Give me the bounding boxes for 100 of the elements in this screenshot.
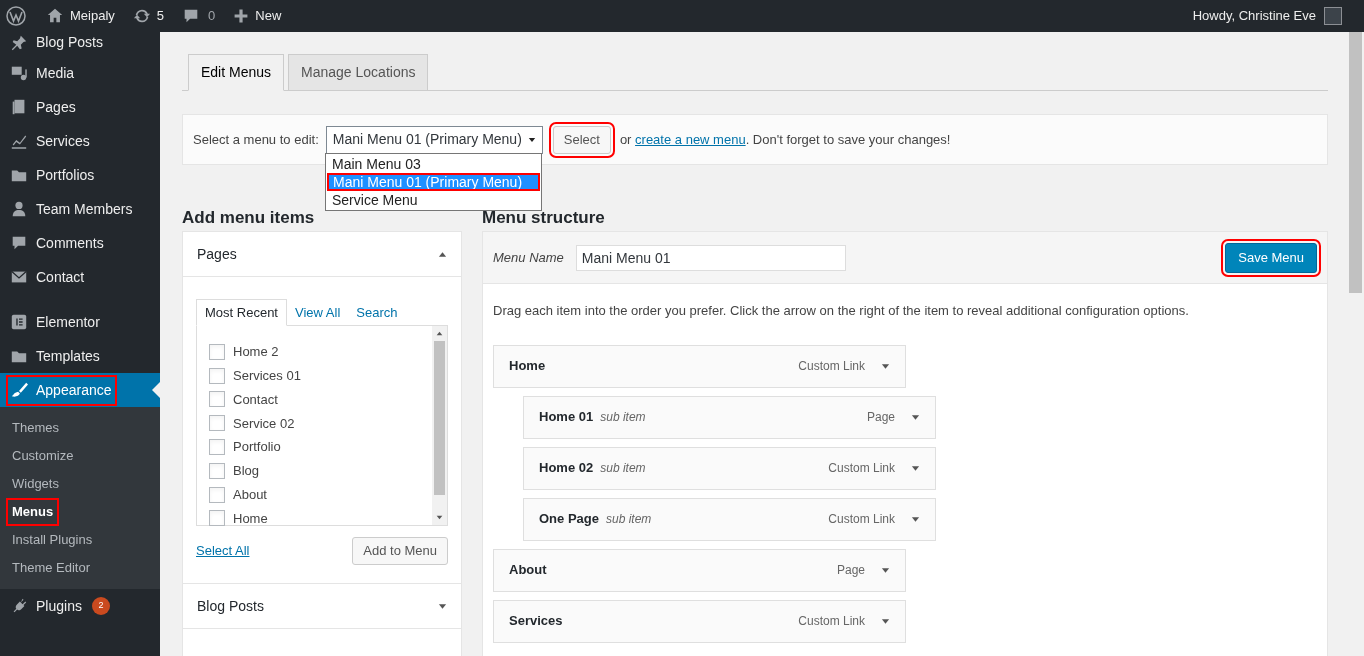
expand-arrow-icon	[881, 565, 890, 575]
sidebar-item[interactable]: Contact	[0, 260, 160, 294]
greeting-link[interactable]: Howdy, Christine Eve	[1192, 6, 1316, 26]
menu-item-title: Services	[509, 612, 563, 631]
tab[interactable]: Manage Locations	[288, 54, 429, 91]
checkbox[interactable]	[209, 462, 225, 479]
brush-icon	[10, 381, 28, 399]
home-icon	[46, 7, 64, 25]
menu-item-title: One Page	[539, 510, 599, 529]
wordpress-logo-icon	[6, 6, 26, 26]
letter-e-icon	[10, 313, 28, 331]
item-type-label: Custom Link	[798, 358, 865, 375]
select-all-link[interactable]: Select All	[196, 541, 250, 561]
instructions-text: Drag each item into the order you prefer. Click the arrow on the right of the item to reveal additional configuration options.	[493, 302, 1190, 320]
menu-item[interactable]: Home 01 sub item Page	[523, 395, 936, 439]
submenu-item[interactable]: Theme Editor	[6, 554, 97, 582]
item-type-label: Custom Link	[828, 511, 895, 528]
new-link[interactable]: New	[255, 6, 282, 26]
avatar[interactable]	[1324, 7, 1342, 25]
count-badge: 2	[91, 597, 110, 615]
dropdown-option[interactable]: Main Menu 03	[326, 155, 541, 173]
menu-name-field[interactable]: Mani Menu 01	[575, 244, 846, 271]
dropdown-caret-icon	[527, 135, 536, 144]
expand-arrow-icon	[881, 616, 890, 626]
checkbox-label: About	[233, 485, 267, 504]
sidebar-item[interactable]: Services	[0, 124, 160, 158]
sidebar-item[interactable]: Comments	[0, 226, 160, 260]
scroll-down-arrow-icon	[436, 514, 443, 521]
select-note: or create a new menu. Don't forget to save your changes!	[619, 130, 951, 149]
submenu-item[interactable]: Customize	[6, 442, 80, 470]
menu-item[interactable]: Home Custom Link	[493, 344, 906, 388]
menu-dropdown[interactable]: Mani Menu 01 (Primary Menu)	[325, 125, 543, 154]
menu-item[interactable]: Home 02 sub item Custom Link	[523, 446, 936, 490]
tab[interactable]: Edit Menus	[188, 54, 285, 91]
checkbox-label: Portfolio	[233, 438, 281, 457]
sidebar-item[interactable]: Elementor	[0, 305, 160, 339]
menu-item-title: About	[509, 561, 547, 580]
submenu-item[interactable]: Menus	[6, 498, 60, 526]
checkbox[interactable]	[209, 510, 225, 527]
sub-item-label: sub item	[600, 460, 646, 477]
expand-arrow-icon	[911, 412, 920, 422]
item-type-label: Page	[836, 562, 865, 579]
submenu-item[interactable]: Widgets	[6, 470, 65, 498]
accordion-header[interactable]: Pages	[183, 232, 461, 277]
menu-item-title: Home 02	[539, 459, 594, 478]
menu-item-title: Home 01	[539, 408, 594, 427]
sidebar-item[interactable]: Templates	[0, 339, 160, 373]
checkbox-label: Home	[233, 509, 268, 528]
item-type-label: Page	[866, 409, 895, 426]
current-pointer	[152, 382, 160, 398]
sub-item-label: sub item	[600, 409, 646, 426]
tab[interactable]: View All	[287, 299, 349, 326]
checkbox[interactable]	[209, 343, 225, 360]
section-heading: Add menu items	[182, 207, 315, 228]
pin-icon	[10, 33, 28, 52]
scroll-up-arrow-icon	[436, 330, 443, 337]
menu-name-label: Menu Name	[493, 248, 564, 267]
sidebar-item[interactable]: Team Members	[0, 192, 160, 226]
checkbox[interactable]	[209, 439, 225, 456]
add-to-menu-button[interactable]: Add to Menu	[352, 537, 448, 565]
sidebar-item[interactable]: Blog Posts	[0, 32, 160, 56]
expand-arrow-icon	[438, 601, 447, 611]
tab[interactable]: Most Recent	[196, 299, 287, 326]
checkbox[interactable]	[209, 415, 225, 432]
submenu-item[interactable]: Themes	[6, 414, 65, 442]
tab[interactable]: Search	[348, 299, 406, 326]
checkbox[interactable]	[209, 486, 225, 503]
sidebar-item[interactable]: Plugins 2	[0, 589, 160, 623]
expand-arrow-icon	[911, 463, 920, 473]
menu-item[interactable]: One Page sub item Custom Link	[523, 497, 936, 541]
list-scrollbar[interactable]	[432, 326, 447, 525]
create-menu-link[interactable]: create a new menu	[635, 131, 746, 147]
expand-arrow-icon	[881, 361, 890, 371]
checkbox-label: Service 02	[233, 414, 295, 433]
sidebar-item[interactable]: Pages	[0, 90, 160, 124]
checkbox-label: Contact	[233, 390, 278, 409]
site-name-link[interactable]: Meipaly	[70, 6, 115, 26]
item-type-label: Custom Link	[828, 460, 895, 477]
checkbox-label: Blog	[233, 462, 260, 481]
expand-arrow-icon	[911, 514, 920, 524]
comments-count[interactable]: 0	[208, 6, 216, 26]
submenu-item[interactable]: Install Plugins	[6, 526, 99, 554]
dropdown-option[interactable]: Service Menu	[326, 191, 541, 209]
refresh-icon	[132, 7, 151, 25]
menu-item-title: Home	[509, 357, 546, 376]
sub-item-label: sub item	[605, 511, 652, 528]
select-label: Select a menu to edit:	[193, 130, 319, 149]
sidebar-item[interactable]: Appearance	[0, 373, 160, 407]
checkbox[interactable]	[209, 367, 225, 384]
menu-item[interactable]: About Page	[493, 548, 906, 592]
media-icon	[10, 64, 28, 82]
menu-item[interactable]: Services Custom Link	[493, 599, 906, 643]
accordion-header[interactable]: Blog Posts	[183, 584, 461, 629]
checkbox-label: Services 01	[233, 366, 301, 385]
checkbox[interactable]	[209, 391, 225, 408]
sidebar-item[interactable]: Portfolios	[0, 158, 160, 192]
collapse-arrow-icon	[438, 249, 447, 259]
sidebar-item[interactable]: Media	[0, 56, 160, 90]
item-type-label: Custom Link	[798, 613, 865, 630]
updates-count[interactable]: 5	[156, 6, 165, 26]
